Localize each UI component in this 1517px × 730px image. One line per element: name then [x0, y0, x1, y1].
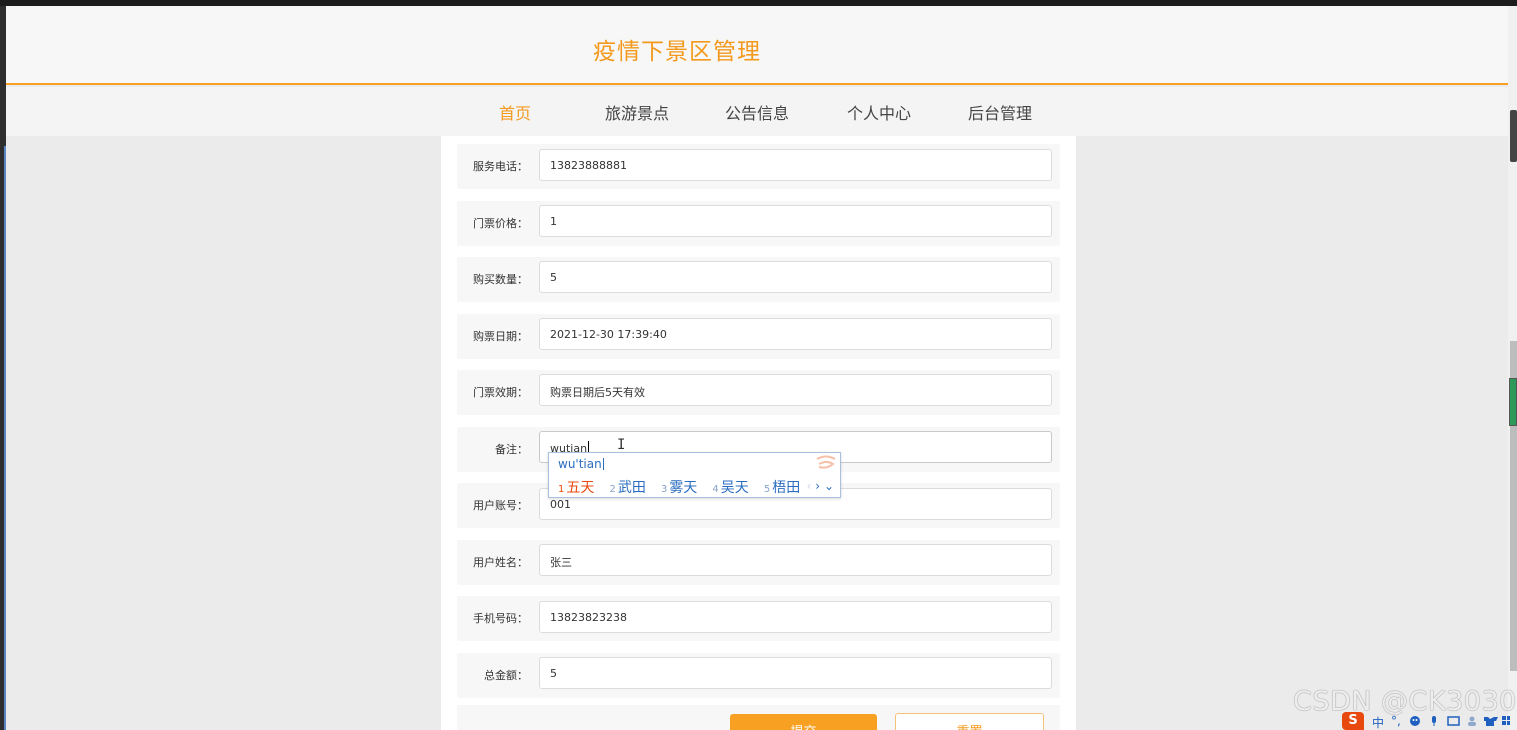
field-label: 购票日期：	[473, 330, 528, 343]
ime-pinyin-text: wu'tian	[558, 457, 602, 471]
user-name-input[interactable]: 张三	[539, 544, 1052, 576]
field-label: 门票效期：	[473, 386, 528, 399]
ime-candidate-window: wu'tian 1 五天 2 武田 3 雾天 4 吴天 5 梧田 ‹ › ⌄	[548, 452, 841, 498]
form-row-quantity: 购买数量： 5	[457, 257, 1060, 302]
form-row-mobile: 手机号码： 13823823238	[457, 596, 1060, 641]
field-label: 门票价格：	[473, 217, 528, 230]
ime-candidate[interactable]: 2 武田	[609, 477, 645, 497]
quantity-input[interactable]: 5	[539, 261, 1052, 293]
site-title: 疫情下景区管理	[593, 39, 761, 65]
ime-caret	[602, 458, 604, 470]
field-label: 服务电话：	[473, 160, 528, 173]
site-header: 疫情下景区管理	[6, 6, 1508, 85]
nav-item-home[interactable]: 首页	[499, 100, 531, 124]
form-row-user-name: 用户姓名： 张三	[457, 540, 1060, 585]
ibeam-cursor-icon: I	[617, 437, 626, 453]
ime-candidate[interactable]: 3 雾天	[661, 477, 697, 497]
ime-next-page-icon[interactable]: ›	[815, 479, 820, 493]
ime-toolbar-icons	[1410, 716, 1510, 726]
ticket-price-input[interactable]: 1	[539, 205, 1052, 237]
ime-expand-icon[interactable]: ⌄	[824, 479, 834, 493]
field-label: 用户账号：	[473, 499, 528, 512]
purchase-date-input[interactable]: 2021-12-30 17:39:40	[539, 318, 1052, 350]
ime-candidate[interactable]: 1 五天	[558, 477, 594, 497]
nav-item-personal-center[interactable]: 个人中心	[847, 100, 911, 124]
ticket-validity-input[interactable]: 购票日期后5天有效	[539, 374, 1052, 406]
form-row-total-amount: 总金额： 5	[457, 653, 1060, 698]
ime-pager: ‹ › ⌄	[807, 479, 834, 493]
field-label: 用户姓名：	[473, 556, 528, 569]
page-scrollbar[interactable]	[1508, 6, 1517, 730]
reset-button[interactable]: 重置	[895, 713, 1044, 730]
sogou-logo-icon	[816, 455, 836, 469]
sogou-tray-icon[interactable]: S	[1342, 712, 1364, 730]
submit-button[interactable]: 提交	[730, 714, 877, 730]
ime-candidate-list: 1 五天 2 武田 3 雾天 4 吴天 5 梧田	[558, 477, 810, 497]
ime-prev-page-icon[interactable]: ‹	[807, 479, 812, 493]
form-row-ticket-validity: 门票效期： 购票日期后5天有效	[457, 370, 1060, 415]
ime-toolbar: S 中 °,	[1340, 712, 1517, 730]
main-nav: 首页 旅游景点 公告信息 个人中心 后台管理	[6, 87, 1508, 136]
field-label: 购买数量：	[473, 273, 528, 286]
form-row-purchase-date: 购票日期： 2021-12-30 17:39:40	[457, 314, 1060, 359]
form-row-ticket-price: 门票价格： 1	[457, 201, 1060, 246]
total-amount-input[interactable]: 5	[539, 657, 1052, 689]
nav-item-attractions[interactable]: 旅游景点	[605, 100, 669, 124]
lang-mode-indicator[interactable]: 中	[1372, 714, 1384, 730]
nav-item-admin[interactable]: 后台管理	[968, 100, 1032, 124]
ime-candidate[interactable]: 4 吴天	[712, 477, 748, 497]
ticket-form-panel: 服务电话： 13823888881 门票价格： 1 购买数量： 5 购票日期： …	[441, 136, 1076, 730]
form-row-service-phone: 服务电话： 13823888881	[457, 144, 1060, 189]
ime-candidate[interactable]: 5 梧田	[764, 477, 800, 497]
field-label: 总金额：	[484, 669, 528, 682]
service-phone-input[interactable]: 13823888881	[539, 149, 1052, 181]
field-label: 手机号码：	[473, 612, 528, 625]
ime-composition: wu'tian	[558, 457, 604, 471]
punctuation-mode-indicator[interactable]: °,	[1391, 714, 1401, 728]
field-label: 备注：	[495, 443, 528, 456]
mobile-input[interactable]: 13823823238	[539, 601, 1052, 633]
nav-item-announcements[interactable]: 公告信息	[725, 100, 789, 124]
